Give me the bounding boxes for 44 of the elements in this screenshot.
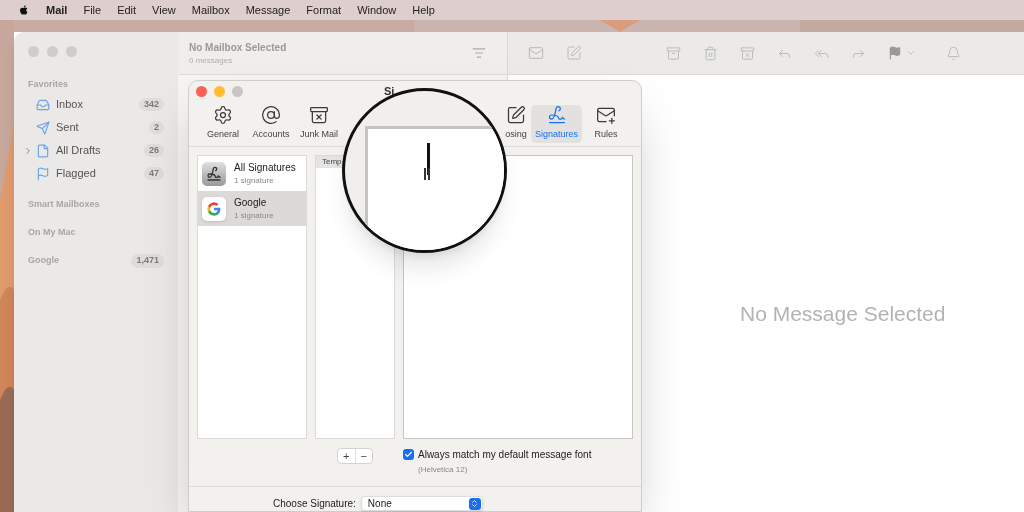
preferences-tab[interactable]: Junk Mail: [295, 104, 343, 143]
menu-item[interactable]: File: [83, 1, 102, 19]
signature-select[interactable]: None: [360, 496, 483, 511]
menu-item[interactable]: Help: [412, 1, 435, 19]
preferences-tab[interactable]: General: [199, 104, 247, 143]
mailbox-name: Flagged: [56, 166, 97, 182]
preferences-tab[interactable]: Accounts: [247, 104, 295, 143]
account-name: Google: [234, 196, 268, 210]
menu-item[interactable]: Edit: [117, 1, 137, 19]
sidebar-item[interactable]: Inbox 342: [28, 93, 164, 116]
menu-item[interactable]: Mailbox: [191, 1, 230, 19]
mailbox-title: No Mailbox Selected: [189, 40, 287, 55]
menu-item[interactable]: Mail: [46, 1, 68, 19]
menu-item[interactable]: Window: [357, 1, 397, 19]
signature-count: 1 signature: [234, 175, 275, 187]
sidebar-item[interactable]: All Drafts 26: [28, 139, 164, 162]
count-badge: 47: [144, 166, 164, 181]
column-header: Temp: [322, 156, 342, 168]
sidebar-item[interactable]: Flagged 47: [28, 162, 164, 185]
count-badge: 26: [144, 143, 164, 158]
choose-signature-label: Choose Signature:: [273, 497, 356, 511]
account-item[interactable]: All Signatures 1 signature: [198, 156, 306, 191]
menu-item[interactable]: View: [152, 1, 176, 19]
account-item[interactable]: Google 1 signature: [198, 191, 306, 226]
mailbox-name: Sent: [56, 120, 80, 136]
signature-count: 1 signature: [234, 210, 274, 222]
preferences-tab[interactable]: Rules: [582, 104, 631, 143]
menu-item[interactable]: Message: [245, 1, 291, 19]
menu-item[interactable]: Format: [306, 1, 342, 19]
empty-message: No Message Selected: [740, 300, 946, 327]
mailbox-name: All Drafts: [56, 143, 102, 159]
preferences-tab[interactable]: osing: [503, 104, 529, 143]
sidebar-item[interactable]: Sent 2: [28, 116, 164, 139]
add-button[interactable]: +: [338, 449, 356, 463]
count-badge: 1,471: [131, 254, 164, 268]
dialog-title: Si: [384, 83, 395, 99]
count-badge: 342: [138, 97, 164, 112]
font-note: (Helvetica 12): [418, 464, 469, 476]
count-badge: 2: [149, 120, 164, 135]
mailbox-name: Inbox: [56, 97, 84, 113]
checkbox-label: Always match my default message font: [418, 448, 592, 462]
account-name: All Signatures: [234, 161, 296, 175]
remove-button[interactable]: −: [355, 449, 372, 463]
preferences-tab[interactable]: Signatures: [531, 104, 583, 143]
